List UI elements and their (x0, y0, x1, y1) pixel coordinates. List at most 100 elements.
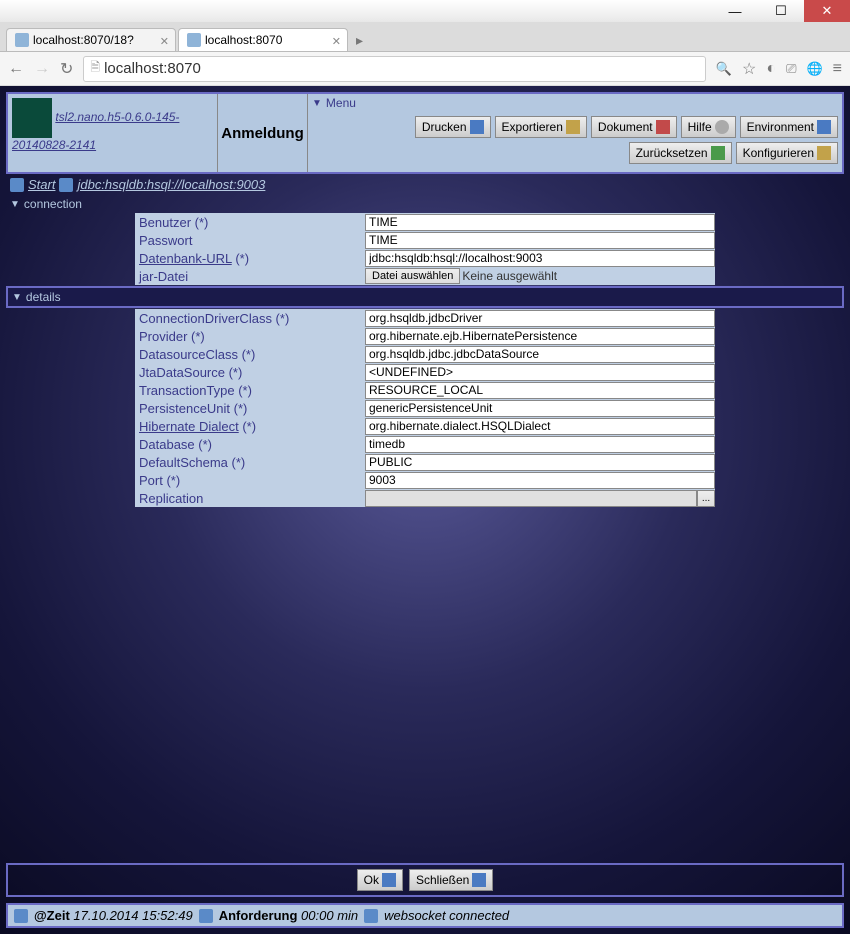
user-input[interactable] (365, 214, 715, 231)
password-input[interactable] (365, 232, 715, 249)
print-icon (470, 120, 484, 134)
replication-input[interactable] (365, 490, 697, 507)
status-req-value: 00:00 min (301, 908, 358, 923)
detail-label: ConnectionDriverClass (*) (135, 311, 365, 326)
chevron-down-icon: ▼ (312, 98, 322, 109)
minimize-button[interactable]: — (712, 0, 758, 22)
detail-label: JtaDataSource (*) (135, 365, 365, 380)
chevron-down-icon: ▼ (12, 292, 22, 303)
replication-browse-button[interactable]: ... (697, 490, 715, 507)
environment-icon (817, 120, 831, 134)
breadcrumb-start[interactable]: Start (28, 177, 55, 192)
url-text: localhost:8070 (104, 60, 201, 77)
browser-tab[interactable]: localhost:8070 ✕ (178, 28, 348, 51)
project-logo-icon (12, 98, 52, 138)
tab-title: localhost:8070/18? (33, 33, 134, 47)
details-form: ConnectionDriverClass (*) Provider (*) Dat… (135, 309, 715, 507)
back-icon[interactable]: ← (8, 60, 24, 78)
close-icon (472, 873, 486, 887)
replication-label: Replication (135, 491, 365, 506)
detail-input[interactable] (365, 310, 715, 327)
page-title: Anmeldung (218, 94, 308, 172)
favicon-icon (15, 33, 29, 47)
file-choose-button[interactable]: Datei auswählen (365, 268, 460, 284)
url-bar[interactable]: 🗎 localhost:8070 (83, 56, 705, 82)
detail-input[interactable] (365, 382, 715, 399)
breadcrumb: Start jdbc:hsqldb:hsql://localhost:9003 (6, 174, 844, 195)
forward-icon[interactable]: → (34, 60, 50, 78)
configure-icon (817, 146, 831, 160)
section-details-header[interactable]: ▼ details (6, 286, 844, 308)
configure-button[interactable]: Konfigurieren (736, 142, 838, 164)
dburl-link[interactable]: Datenbank-URL (139, 251, 232, 266)
page-content: tsl2.nano.h5-0.6.0-145-20140828-2141 Anm… (0, 86, 850, 934)
print-button[interactable]: Drucken (415, 116, 491, 138)
maximize-button[interactable]: ☐ (758, 0, 804, 22)
translate-icon[interactable]: 🌐 (806, 61, 822, 77)
node-icon (59, 178, 73, 192)
window-titlebar: — ☐ ✕ (0, 0, 850, 22)
page-icon: 🗎 (90, 58, 100, 79)
detail-input[interactable] (365, 400, 715, 417)
info-icon (199, 909, 213, 923)
project-info: tsl2.nano.h5-0.6.0-145-20140828-2141 (8, 94, 218, 172)
breadcrumb-path[interactable]: jdbc:hsqldb:hsql://localhost:9003 (77, 177, 265, 192)
contrast-icon[interactable]: ◐ (766, 60, 776, 78)
zoom-icon[interactable]: 🔍 (716, 61, 732, 77)
jarfile-label: jar-Datei (135, 269, 365, 284)
detail-label: Database (*) (135, 437, 365, 452)
dburl-label: Datenbank-URL (*) (135, 251, 365, 266)
user-label: Benutzer (*) (135, 215, 365, 230)
detail-input[interactable] (365, 454, 715, 471)
folder-icon (382, 873, 396, 887)
export-icon (566, 120, 580, 134)
detail-label: Hibernate Dialect (*) (135, 419, 365, 434)
browser-tabstrip: localhost:8070/18? ✕ localhost:8070 ✕ ▸ (0, 22, 850, 52)
menu-button-bar: Drucken Exportieren Dokument Hilfe Envir… (308, 112, 842, 168)
info-icon (364, 909, 378, 923)
detail-label: Port (*) (135, 473, 365, 488)
window-close-button[interactable]: ✕ (804, 0, 850, 22)
ok-button[interactable]: Ok (357, 869, 403, 891)
detail-input[interactable] (365, 346, 715, 363)
help-button[interactable]: Hilfe (681, 116, 736, 138)
favicon-icon (187, 33, 201, 47)
status-time-label: @Zeit (34, 908, 70, 923)
tab-close-icon[interactable]: ✕ (160, 35, 169, 48)
detail-label: Provider (*) (135, 329, 365, 344)
document-button[interactable]: Dokument (591, 116, 677, 138)
status-bar: @Zeit 17.10.2014 15:52:49 Anforderung 00… (6, 903, 844, 928)
connection-form: Benutzer (*) Passwort Datenbank-URL (*) … (135, 213, 715, 285)
tab-close-icon[interactable]: ✕ (332, 35, 341, 48)
reset-icon (711, 146, 725, 160)
document-icon (656, 120, 670, 134)
detail-input[interactable] (365, 418, 715, 435)
reload-icon[interactable]: ↻ (60, 59, 73, 79)
cast-icon[interactable]: ⎚ (786, 61, 796, 77)
detail-input[interactable] (365, 328, 715, 345)
home-icon (10, 178, 24, 192)
close-button[interactable]: Schließen (409, 869, 493, 891)
help-icon (715, 120, 729, 134)
detail-input[interactable] (365, 472, 715, 489)
export-button[interactable]: Exportieren (495, 116, 587, 138)
chevron-down-icon: ▼ (10, 199, 20, 210)
status-websocket: websocket connected (384, 908, 509, 923)
section-connection-header[interactable]: ▼ connection (6, 195, 844, 213)
browser-toolbar: ← → ↻ 🗎 localhost:8070 🔍 ☆ ◐ ⎚ 🌐 ≡ (0, 52, 850, 86)
dburl-input[interactable] (365, 250, 715, 267)
detail-label-link[interactable]: Hibernate Dialect (139, 419, 239, 434)
file-status: Keine ausgewählt (462, 269, 557, 283)
status-req-label: Anforderung (219, 908, 298, 923)
reset-button[interactable]: Zurücksetzen (629, 142, 732, 164)
status-time-value: 17.10.2014 15:52:49 (73, 908, 192, 923)
menu-icon[interactable]: ≡ (833, 60, 842, 78)
new-tab-button[interactable]: ▸ (350, 30, 369, 51)
detail-input[interactable] (365, 436, 715, 453)
menu-heading[interactable]: ▼ Menu (308, 94, 842, 112)
environment-button[interactable]: Environment (740, 116, 838, 138)
page-header: tsl2.nano.h5-0.6.0-145-20140828-2141 Anm… (6, 92, 844, 174)
bookmark-icon[interactable]: ☆ (742, 59, 756, 79)
detail-input[interactable] (365, 364, 715, 381)
browser-tab[interactable]: localhost:8070/18? ✕ (6, 28, 176, 51)
